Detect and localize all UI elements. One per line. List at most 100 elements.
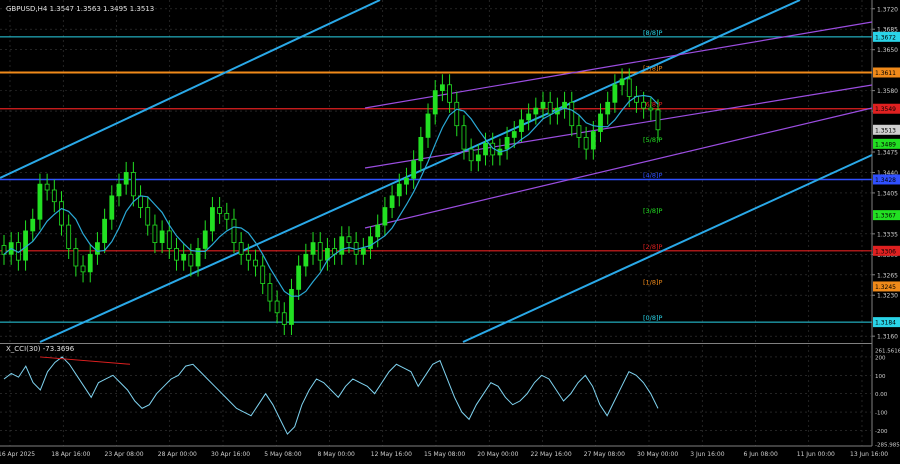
price-tick-label: 1.3335 xyxy=(877,231,898,238)
candle-body xyxy=(425,113,431,138)
candle-body xyxy=(540,101,546,109)
time-tick-label: 8 May 00:00 xyxy=(318,451,356,458)
candle-body xyxy=(605,101,611,115)
candle-body xyxy=(389,195,395,208)
candle-body xyxy=(411,160,417,179)
price-highlight-label: 1.3428 xyxy=(875,177,896,184)
candle-body xyxy=(116,183,122,197)
candle-body xyxy=(475,154,481,162)
candle-body xyxy=(217,207,223,214)
price-highlight-label: 1.3611 xyxy=(875,70,896,77)
candle-body xyxy=(468,148,474,162)
candle-body xyxy=(210,207,215,232)
cci-tick-label: -200 xyxy=(875,429,888,435)
cci-line xyxy=(3,356,659,435)
candle-body xyxy=(375,224,381,238)
time-tick-label: 15 May 08:00 xyxy=(424,451,465,458)
candle-body xyxy=(648,107,654,111)
price-tick-label: 1.3405 xyxy=(877,190,898,197)
price-highlight-label: 1.3549 xyxy=(875,106,896,113)
candle-body xyxy=(238,242,244,255)
price-tick-label: 1.3580 xyxy=(877,88,898,95)
candle-body xyxy=(310,242,316,255)
grid xyxy=(0,0,873,447)
channel-middle xyxy=(39,0,801,343)
time-tick-label: 27 May 08:00 xyxy=(584,451,625,458)
candle-body xyxy=(590,131,596,150)
candle-body xyxy=(303,253,309,267)
cci-tick-label: 100 xyxy=(875,374,886,380)
candle-body xyxy=(188,253,194,267)
price-highlight-label: 1.3513 xyxy=(875,127,896,134)
candle-body xyxy=(152,224,158,244)
candle-body xyxy=(181,253,187,261)
candle-body xyxy=(339,236,345,255)
candle-body xyxy=(569,101,575,127)
candle-body xyxy=(360,248,366,255)
time-tick-label: 28 Apr 00:00 xyxy=(158,451,197,458)
candle-body xyxy=(30,218,36,232)
time-tick-label: 13 Jun 16:00 xyxy=(850,451,888,458)
price-tick-label: 1.3160 xyxy=(877,334,898,341)
price-highlight-label: 1.3306 xyxy=(875,248,896,255)
murrey-label: [3/8]P xyxy=(643,207,663,215)
cci-tick-label: -100 xyxy=(875,411,888,417)
price-axis: 1.37201.36851.36501.35801.35451.34751.34… xyxy=(872,6,900,341)
price-tick-label: 1.3475 xyxy=(877,150,898,157)
candle-body xyxy=(598,113,603,132)
murrey-label: [1/8]P xyxy=(643,278,663,286)
candle-body xyxy=(511,131,517,138)
candle-body xyxy=(44,183,50,191)
time-tick-label: 23 Apr 08:00 xyxy=(105,451,144,458)
cci-tick-label: -285.9850 xyxy=(875,443,900,449)
cci-title: X_CCI(30) -73.3696 xyxy=(6,345,75,353)
time-tick-label: 12 May 16:00 xyxy=(371,451,412,458)
candle-body xyxy=(202,230,208,249)
candle-body xyxy=(267,283,273,302)
candle-body xyxy=(454,101,460,127)
candle-body xyxy=(583,136,589,150)
candle-body xyxy=(174,248,179,261)
candle-body xyxy=(641,101,647,109)
candle-body xyxy=(80,265,86,273)
candle-body xyxy=(37,183,43,220)
candle-body xyxy=(619,78,625,86)
murrey-label: [2/8]P xyxy=(643,243,663,251)
candle-body xyxy=(612,84,618,103)
candle-body xyxy=(533,107,539,115)
candle-body xyxy=(439,84,445,92)
price-highlight-label: 1.3672 xyxy=(875,34,896,41)
candle-body xyxy=(102,218,108,244)
time-tick-label: 11 Jun 00:00 xyxy=(797,451,835,458)
candle-body xyxy=(231,218,237,244)
candle-body xyxy=(87,253,93,273)
chart-title: GBPUSD,H4 1.3547 1.3563 1.3495 1.3513 xyxy=(6,5,154,13)
candle-body xyxy=(519,119,524,132)
candle-body xyxy=(51,189,57,203)
candle-body xyxy=(253,259,258,267)
price-tick-label: 1.3230 xyxy=(877,293,898,300)
candle-body xyxy=(224,212,230,220)
murrey-label: [5/8]P xyxy=(643,136,663,144)
candle-body xyxy=(274,300,280,314)
candle-body xyxy=(483,142,488,156)
moving-average xyxy=(3,94,659,297)
price-tick-label: 1.3720 xyxy=(877,6,898,13)
candle-body xyxy=(145,207,151,226)
candle-body xyxy=(109,195,115,220)
murrey-label: [4/8]P xyxy=(643,171,663,179)
candle-body xyxy=(159,230,165,244)
channel-upper xyxy=(0,0,381,179)
candle-body xyxy=(281,312,287,325)
candle-body xyxy=(59,201,64,226)
murrey-label: [8/8]P xyxy=(643,29,663,37)
candle-body xyxy=(404,177,409,185)
time-tick-label: 20 May 00:00 xyxy=(477,451,518,458)
time-axis: 16 Apr 2025 18 Apr 16:00 23 Apr 08:00 28 Ap… xyxy=(0,451,888,458)
murrey-label: [+1/8]P xyxy=(643,0,668,1)
price-highlight-label: 1.3245 xyxy=(875,284,896,291)
chart-window: [+1/8]P[8/8]P[7/8]P[6/8]P[5/8]P[4/8]P[3/… xyxy=(0,0,900,460)
candle-body xyxy=(418,136,424,162)
time-tick-label: 16 Apr 2025 xyxy=(0,451,35,458)
candle-body xyxy=(123,172,129,185)
